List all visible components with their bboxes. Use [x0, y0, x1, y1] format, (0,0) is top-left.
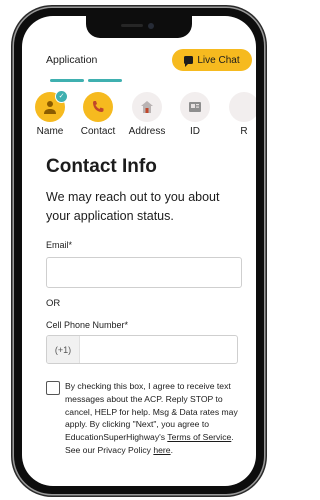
consent-text-part: .: [170, 444, 173, 455]
chat-bubble-icon: [184, 56, 194, 67]
terms-link[interactable]: Terms of Service: [167, 432, 231, 442]
speaker: [121, 24, 143, 27]
id-card-icon: [189, 102, 201, 112]
privacy-link[interactable]: here: [153, 445, 170, 455]
or-divider: OR: [46, 298, 61, 309]
tab-application[interactable]: Application: [46, 54, 97, 66]
step-indicator: ✓ Name Contact Address ID R: [22, 90, 256, 148]
step-label: R: [240, 126, 248, 137]
country-code-prefix: (+1): [47, 336, 80, 363]
app-screen: Application Live Chat ✓ Name Contact Add…: [22, 16, 256, 486]
phone-notch: [86, 16, 192, 38]
phone-icon: [93, 101, 104, 112]
phone-frame: Application Live Chat ✓ Name Contact Add…: [14, 8, 264, 494]
step-circle: [132, 92, 162, 122]
consent-text: By checking this box, I agree to receive…: [65, 380, 243, 457]
email-label: Email*: [46, 240, 73, 250]
page-title: Contact Info: [46, 156, 157, 177]
phone-label: Cell Phone Number*: [46, 320, 129, 330]
camera: [148, 23, 154, 29]
check-icon: ✓: [55, 90, 68, 103]
progress-segment: [88, 79, 122, 82]
step-circle: [229, 92, 256, 122]
phone-field[interactable]: (+1): [46, 335, 238, 364]
email-field[interactable]: [46, 257, 242, 288]
live-chat-button[interactable]: Live Chat: [172, 49, 252, 71]
live-chat-label: Live Chat: [197, 54, 240, 66]
step-next[interactable]: R: [214, 92, 256, 137]
consent-checkbox[interactable]: [46, 381, 60, 395]
person-icon: [44, 101, 56, 114]
step-circle: [180, 92, 210, 122]
step-circle: [83, 92, 113, 122]
progress-segment: [50, 79, 84, 82]
house-icon: [141, 101, 153, 113]
page-subtitle: We may reach out to you about your appli…: [46, 190, 220, 223]
step-circle: ✓: [35, 90, 68, 122]
